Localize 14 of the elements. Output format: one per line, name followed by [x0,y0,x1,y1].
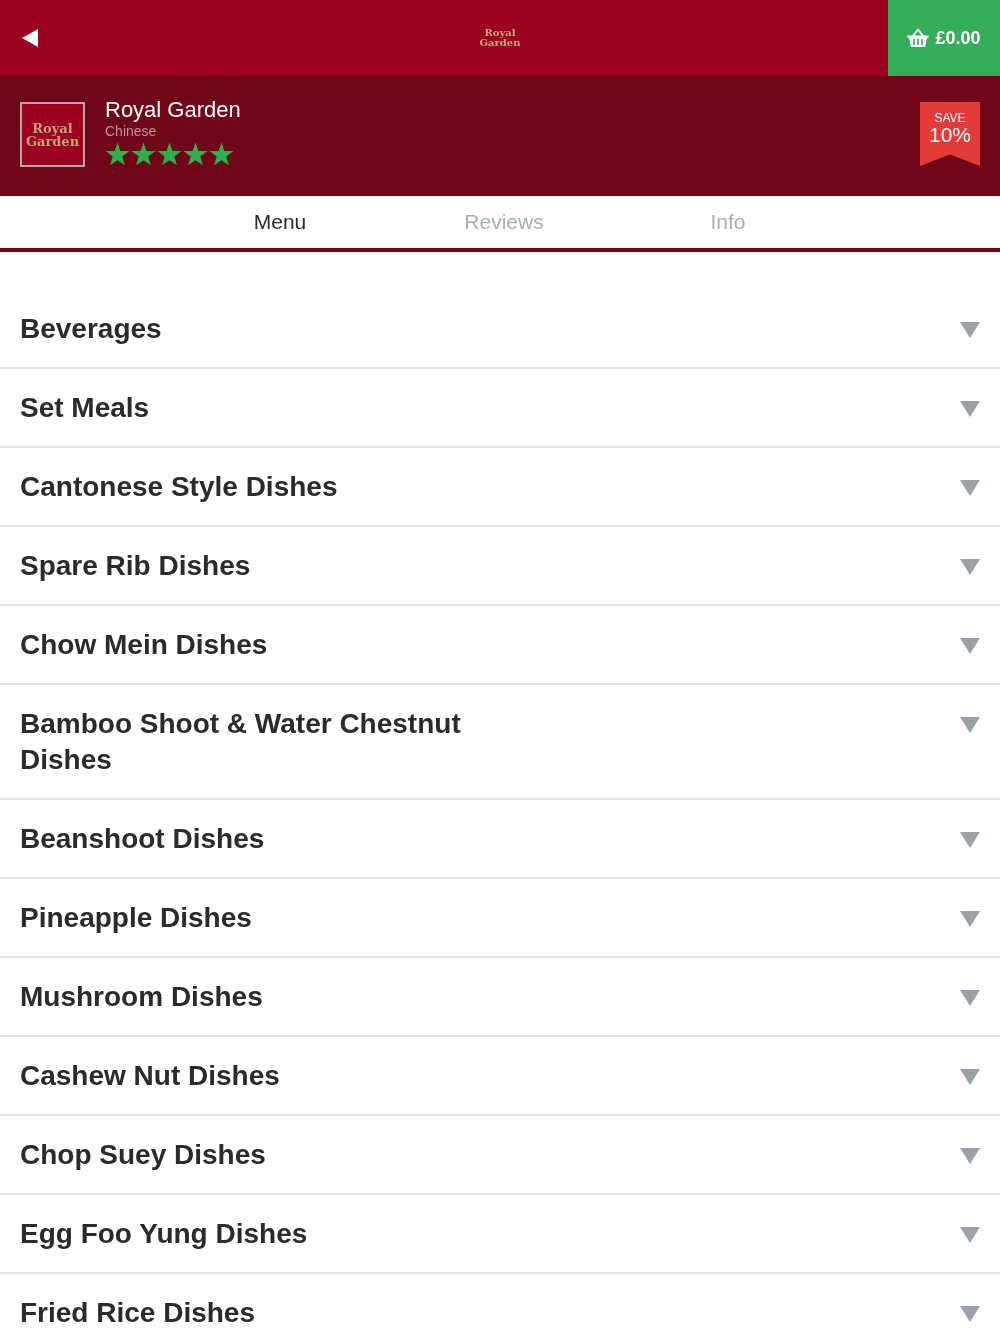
star-icon [157,142,182,166]
star-icon [183,142,208,166]
tab[interactable]: Menu [168,196,392,248]
restaurant-name: Royal Garden [105,98,241,122]
save-label: SAVE [933,112,967,124]
discount-value: 10% [928,124,972,146]
star-icon [105,142,130,166]
star-icon [209,142,234,166]
restaurant-logo: Royal Garden [20,102,85,167]
back-icon[interactable] [22,29,38,47]
basket-icon [907,28,930,48]
star-icon [131,142,156,166]
logo: Royal Garden [479,28,521,48]
cuisine-label: Chinese [105,122,158,140]
